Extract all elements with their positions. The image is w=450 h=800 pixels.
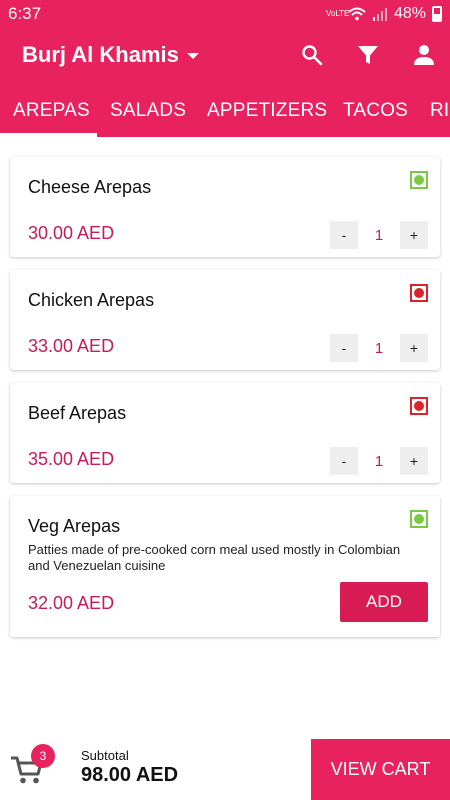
category-tabs: AREPAS SALADS APPETIZERS TACOS RI [0,86,450,137]
tab-ri[interactable]: RI [430,100,449,122]
menu-item-card: Cheese Arepas 30.00 AED - 1 + [10,157,440,257]
search-icon[interactable] [300,43,324,67]
decrement-button[interactable]: - [330,221,358,249]
quantity-stepper: - 1 + [330,221,428,249]
decrement-button[interactable]: - [330,447,358,475]
battery-icon [432,6,442,22]
item-name: Cheese Arepas [28,177,152,197]
menu-item-card: Beef Arepas 35.00 AED - 1 + [10,383,440,483]
wifi-icon [348,7,366,21]
menu-item-card: Veg Arepas Patties made of pre-cooked co… [10,496,440,637]
item-price: 30.00 AED [28,223,115,243]
tab-salads[interactable]: SALADS [110,100,186,122]
status-bar: 6:37 VoLTE 48% [0,0,450,28]
subtotal-value: 98.00 AED [81,764,179,786]
item-price: 32.00 AED [28,593,115,613]
subtotal-label: Subtotal [81,748,129,763]
quantity-value: 1 [374,339,384,357]
filter-icon[interactable] [356,43,380,67]
item-price: 35.00 AED [28,449,115,469]
caret-down-icon [186,53,199,59]
signal-icon [372,8,387,21]
account-icon[interactable] [412,43,436,67]
item-description: Patties made of pre-cooked corn meal use… [28,542,401,573]
volte-icon: VoLTE [325,9,350,18]
quantity-stepper: - 1 + [330,334,428,362]
item-name: Beef Arepas [28,403,127,423]
item-name: Chicken Arepas [28,290,155,310]
app-header: 6:37 VoLTE 48% Burj Al Khamis AREPAS SAL… [0,0,450,137]
status-icons: VoLTE 48% [326,4,442,24]
quantity-stepper: - 1 + [330,447,428,475]
location-name: Burj Al Khamis [22,42,179,67]
active-tab-indicator [0,133,97,137]
toolbar: Burj Al Khamis [0,30,450,80]
add-button[interactable]: ADD [340,582,428,622]
quantity-value: 1 [374,452,384,470]
view-cart-button[interactable]: VIEW CART [311,739,450,800]
non-veg-indicator-icon [410,284,428,302]
tab-arepas[interactable]: AREPAS [13,100,90,122]
tab-tacos[interactable]: TACOS [343,100,408,122]
status-time: 6:37 [8,4,42,23]
battery-percentage: 48% [393,5,426,22]
non-veg-indicator-icon [410,397,428,415]
increment-button[interactable]: + [400,334,428,362]
item-name: Veg Arepas [28,516,121,536]
cart-count-badge: 3 [31,744,55,768]
tab-appetizers[interactable]: APPETIZERS [207,100,327,122]
increment-button[interactable]: + [400,447,428,475]
menu-item-card: Chicken Arepas 33.00 AED - 1 + [10,270,440,370]
decrement-button[interactable]: - [330,334,358,362]
quantity-value: 1 [374,226,384,244]
location-selector[interactable]: Burj Al Khamis [22,42,199,68]
item-price: 33.00 AED [28,336,115,356]
veg-indicator-icon [410,510,428,528]
veg-indicator-icon [410,171,428,189]
increment-button[interactable]: + [400,221,428,249]
